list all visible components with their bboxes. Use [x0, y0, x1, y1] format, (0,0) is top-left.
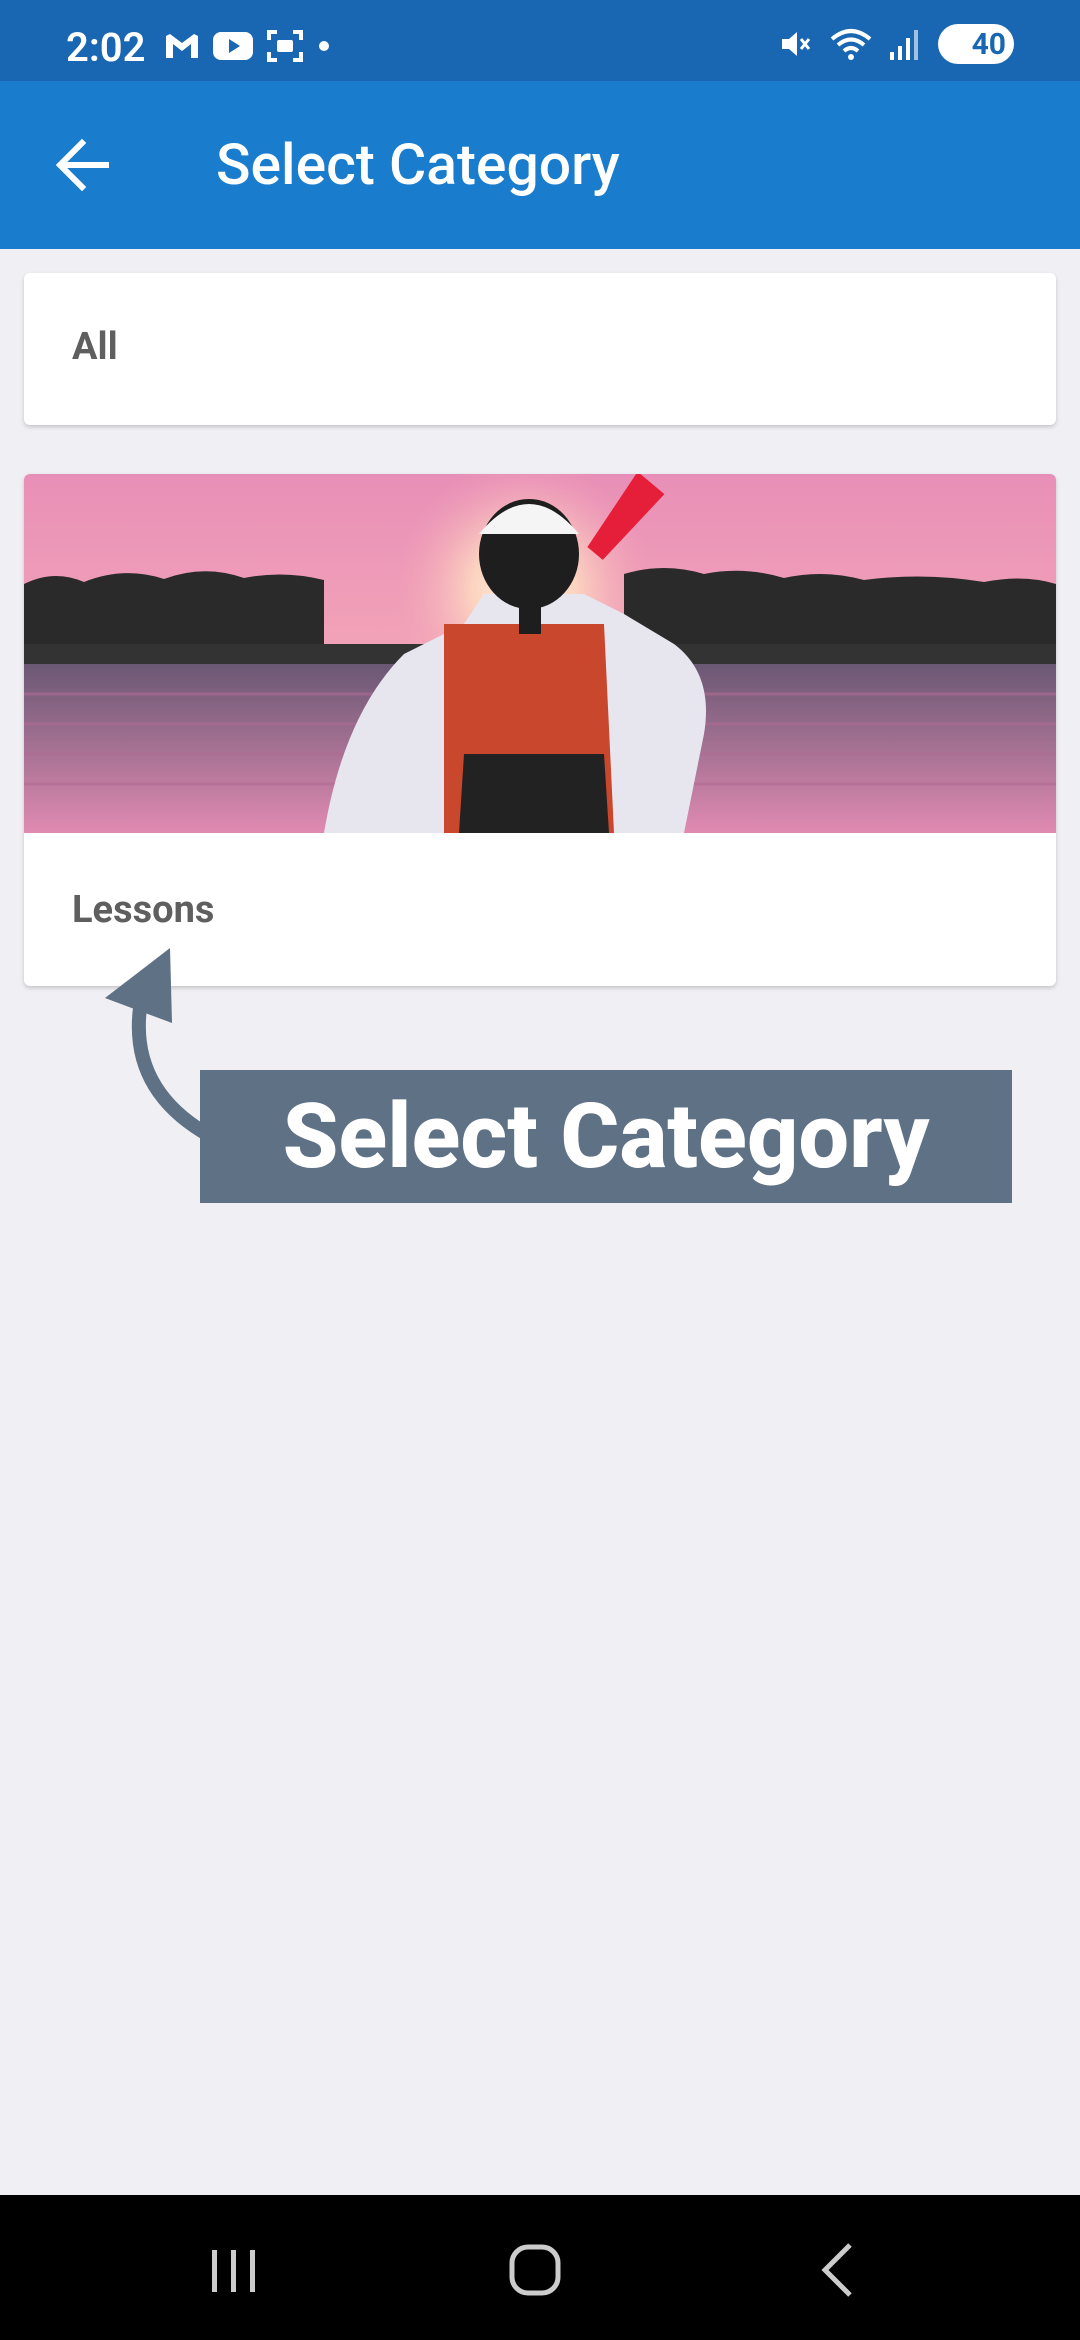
arrow-left-icon — [55, 138, 109, 192]
kayak-sunset-photo — [24, 474, 1056, 833]
status-left-icons — [165, 30, 331, 62]
signal-icon — [890, 30, 918, 60]
home-button[interactable] — [496, 2235, 576, 2305]
status-time: 2:02 — [66, 24, 146, 71]
battery-level: 40 — [971, 26, 1006, 62]
page-title: Select Category — [216, 131, 620, 198]
recent-apps-button[interactable] — [194, 2235, 274, 2305]
status-right-icons: 40 — [778, 24, 1014, 64]
home-icon — [509, 2244, 561, 2296]
dot-icon — [319, 41, 329, 51]
annotation-callout: Select Category — [200, 1070, 1012, 1203]
wifi-icon — [830, 29, 872, 60]
nav-back-button[interactable] — [800, 2235, 880, 2305]
status-bar: 2:02 40 — [0, 0, 1080, 81]
category-card-all[interactable]: All — [24, 273, 1056, 425]
category-label-all: All — [72, 325, 118, 369]
category-card-lessons[interactable]: Lessons — [24, 474, 1056, 986]
back-button[interactable] — [50, 133, 120, 197]
screenshot-icon — [267, 30, 303, 62]
annotation-text: Select Category — [282, 1084, 930, 1189]
mute-icon — [782, 32, 811, 56]
battery-icon: 40 — [938, 24, 1014, 64]
recent-apps-icon — [212, 2250, 255, 2292]
app-bar: Select Category — [0, 81, 1080, 249]
system-nav-bar — [0, 2195, 1080, 2340]
youtube-icon — [213, 32, 253, 60]
gmail-icon — [166, 34, 198, 58]
back-icon — [821, 2243, 852, 2297]
category-label-lessons: Lessons — [72, 888, 215, 932]
